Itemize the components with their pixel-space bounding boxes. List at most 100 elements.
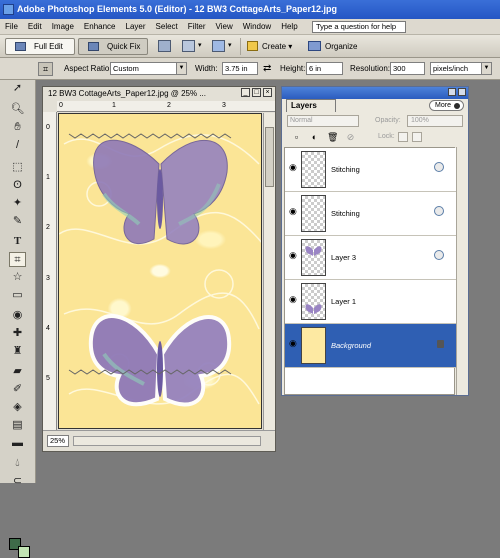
resolution-unit-select[interactable]: pixels/inch ▼ [430, 62, 492, 75]
palette-minimize-button[interactable] [448, 88, 456, 96]
horizontal-ruler: 0 1 2 3 [57, 101, 275, 112]
quick-fix-button[interactable]: Quick Fix [78, 38, 148, 55]
lock-transparency-checkbox[interactable] [398, 132, 408, 142]
crop-tool-icon[interactable]: ⌗ [9, 252, 26, 267]
layers-scrollbar[interactable] [456, 147, 467, 395]
healing-brush-tool-icon[interactable]: ✚ [9, 326, 26, 341]
visibility-eye-icon[interactable]: ◉ [289, 295, 298, 304]
menu-enhance[interactable]: Enhance [79, 19, 121, 35]
new-layer-icon[interactable]: ▫ [291, 132, 302, 143]
menu-image[interactable]: Image [47, 19, 79, 35]
more-arrow-icon [454, 103, 460, 109]
menu-edit[interactable]: Edit [23, 19, 47, 35]
visibility-eye-icon[interactable]: ◉ [289, 339, 298, 348]
width-field[interactable]: 3.75 in [222, 62, 258, 75]
eraser-tool-icon[interactable]: ▰ [9, 364, 26, 379]
visibility-eye-icon[interactable]: ◉ [289, 207, 298, 216]
height-field[interactable]: 6 in [306, 62, 343, 75]
marquee-tool-icon[interactable]: ⬚ [9, 160, 26, 175]
gradient-tool-icon[interactable]: ▤ [9, 418, 26, 433]
paint-bucket-tool-icon[interactable]: ◈ [9, 400, 26, 415]
more-menu-button[interactable]: More [429, 100, 464, 111]
blur-tool-icon[interactable]: 💧︎ [9, 456, 26, 471]
close-button[interactable]: × [263, 88, 272, 97]
ruler-label: 1 [46, 174, 50, 181]
resolution-field[interactable]: 300 [390, 62, 425, 75]
layer-row[interactable]: ◉ Layer 3 [285, 236, 456, 280]
layer-row[interactable]: ◉ Layer 1 [285, 280, 456, 324]
visibility-eye-icon[interactable]: ◉ [289, 163, 298, 172]
blend-mode-select[interactable]: Normal [287, 115, 359, 127]
selection-brush-tool-icon[interactable]: ✎ [9, 214, 26, 229]
image-canvas[interactable] [58, 113, 262, 429]
zoom-tool-icon[interactable]: 🔍︎ [9, 102, 26, 117]
send-icon[interactable] [212, 40, 225, 52]
swap-dimensions-icon[interactable]: ⇄ [263, 63, 271, 74]
share-dropdown-icon[interactable]: ▾ [198, 41, 202, 49]
cookie-cutter-tool-icon[interactable]: ☆ [9, 270, 26, 285]
resolution-label: Resolution: [350, 64, 391, 73]
layers-tab[interactable]: Layers [286, 99, 336, 112]
menu-select[interactable]: Select [151, 19, 183, 35]
background-color-swatch[interactable] [18, 546, 30, 558]
move-tool-icon[interactable]: ➚ [9, 81, 26, 96]
app-icon [3, 4, 14, 15]
menu-filter[interactable]: Filter [183, 19, 211, 35]
adjustment-layer-icon[interactable]: ◐ [309, 132, 320, 143]
minimize-button[interactable]: _ [241, 88, 250, 97]
menu-help[interactable]: Help [276, 19, 302, 35]
vertical-scrollbar[interactable] [263, 113, 275, 430]
create-button[interactable]: Create ▾ [246, 38, 292, 55]
full-edit-button[interactable]: Full Edit [5, 38, 75, 55]
link-icon[interactable]: ⊘ [345, 132, 356, 143]
layer-style-icon[interactable] [434, 206, 444, 216]
share-icon[interactable] [182, 40, 195, 52]
menu-layer[interactable]: Layer [121, 19, 151, 35]
lasso-tool-icon[interactable]: ʘ [9, 178, 26, 193]
visibility-eye-icon[interactable]: ◉ [289, 251, 298, 260]
menu-file[interactable]: File [0, 19, 23, 35]
ruler-label: 3 [46, 275, 50, 282]
red-eye-tool-icon[interactable]: ◉ [9, 308, 26, 323]
type-tool-icon[interactable]: T [9, 234, 26, 249]
layer-style-icon[interactable] [434, 250, 444, 260]
lock-all-checkbox[interactable] [412, 132, 422, 142]
layer-thumbnail [301, 195, 326, 232]
eyedropper-tool-icon[interactable]: / [9, 138, 26, 153]
organize-button[interactable]: Organize [307, 38, 357, 55]
help-search-input[interactable]: Type a question for help [312, 21, 406, 33]
brush-tool-icon[interactable]: ✐ [9, 382, 26, 397]
layer-row[interactable]: ◉ Stitching [285, 148, 456, 192]
shape-tool-icon[interactable]: ▬ [9, 436, 26, 451]
width-label: Width: [195, 64, 218, 73]
zoom-level-field[interactable]: 25% [47, 435, 69, 447]
blend-row: Normal Opacity: 100% [285, 115, 467, 129]
layer-thumbnail [301, 327, 326, 364]
hand-tool-icon[interactable]: ✋︎ [9, 120, 26, 135]
straighten-tool-icon[interactable]: ▭ [9, 288, 26, 303]
layer-row-selected[interactable]: ◉ Background [285, 324, 456, 368]
layer-row[interactable]: ◉ Stitching [285, 192, 456, 236]
horizontal-scrollbar[interactable] [73, 436, 261, 446]
menu-view[interactable]: View [211, 19, 238, 35]
menu-window[interactable]: Window [238, 19, 276, 35]
print-icon[interactable] [158, 40, 171, 52]
aspect-ratio-value: Custom [113, 64, 139, 73]
options-bar: ⌗ Aspect Ratio: Custom ▼ Width: 3.75 in ⇄… [0, 58, 500, 80]
crop-tool-icon[interactable]: ⌗ [38, 62, 53, 76]
maximize-button[interactable]: □ [252, 88, 261, 97]
scroll-thumb[interactable] [265, 127, 274, 187]
palette-close-button[interactable] [458, 88, 466, 96]
aspect-ratio-select[interactable]: Custom ▼ [110, 62, 187, 75]
ruler-label: 2 [46, 224, 50, 231]
clone-stamp-tool-icon[interactable]: ♜ [9, 344, 26, 359]
sponge-tool-icon[interactable]: ⊂ [9, 474, 26, 489]
layer-style-icon[interactable] [434, 162, 444, 172]
trash-icon[interactable]: 🗑︎ [327, 132, 338, 143]
layers-list: ◉ Stitching ◉ Stitching ◉ Layer 3 ◉ Laye… [284, 147, 456, 395]
send-dropdown-icon[interactable]: ▾ [228, 41, 232, 49]
more-label: More [435, 102, 451, 109]
opacity-field[interactable]: 100% [407, 115, 463, 127]
magic-wand-tool-icon[interactable]: ✦ [9, 196, 26, 211]
palette-title-bar[interactable] [282, 87, 468, 99]
